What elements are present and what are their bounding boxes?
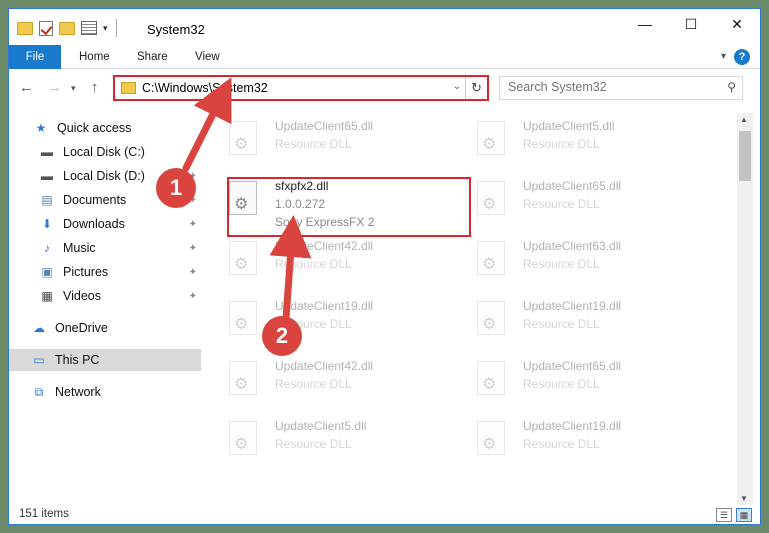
arrow-1 bbox=[182, 77, 232, 172]
callout-badge-1: 1 bbox=[156, 168, 196, 208]
arrow-2 bbox=[269, 215, 312, 322]
callout-badge-2: 2 bbox=[262, 316, 302, 356]
annotation-arrows bbox=[182, 77, 312, 322]
